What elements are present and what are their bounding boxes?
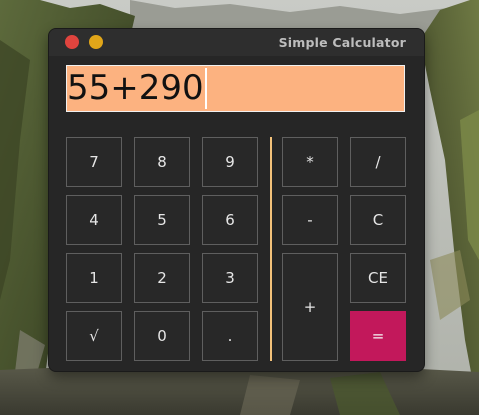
minus-key[interactable]: - [282,195,338,245]
key-2[interactable]: 2 [134,253,190,303]
key-4[interactable]: 4 [66,195,122,245]
plus-key[interactable]: + [282,253,338,361]
key-8[interactable]: 8 [134,137,190,187]
key-7[interactable]: 7 [66,137,122,187]
decimal-point-key[interactable]: . [202,311,258,361]
square-root-key[interactable]: √ [66,311,122,361]
window-title: Simple Calculator [278,35,406,50]
close-window-button[interactable] [65,35,79,49]
title-bar[interactable]: Simple Calculator [49,29,424,56]
text-cursor [205,68,207,109]
key-0[interactable]: 0 [134,311,190,361]
multiply-key[interactable]: * [282,137,338,187]
divide-key[interactable]: / [350,137,406,187]
key-3[interactable]: 3 [202,253,258,303]
display-expression: 55+290 [67,68,204,108]
key-5[interactable]: 5 [134,195,190,245]
clear-key[interactable]: C [350,195,406,245]
key-9[interactable]: 9 [202,137,258,187]
keypad-divider [270,137,272,361]
key-1[interactable]: 1 [66,253,122,303]
calculator-display[interactable]: 55+290 [66,65,405,112]
clear-entry-key[interactable]: CE [350,253,406,303]
equals-key[interactable]: = [350,311,406,361]
calculator-window: Simple Calculator 55+290 7 8 9 4 5 6 1 2… [49,29,424,371]
key-6[interactable]: 6 [202,195,258,245]
minimize-window-button[interactable] [89,35,103,49]
